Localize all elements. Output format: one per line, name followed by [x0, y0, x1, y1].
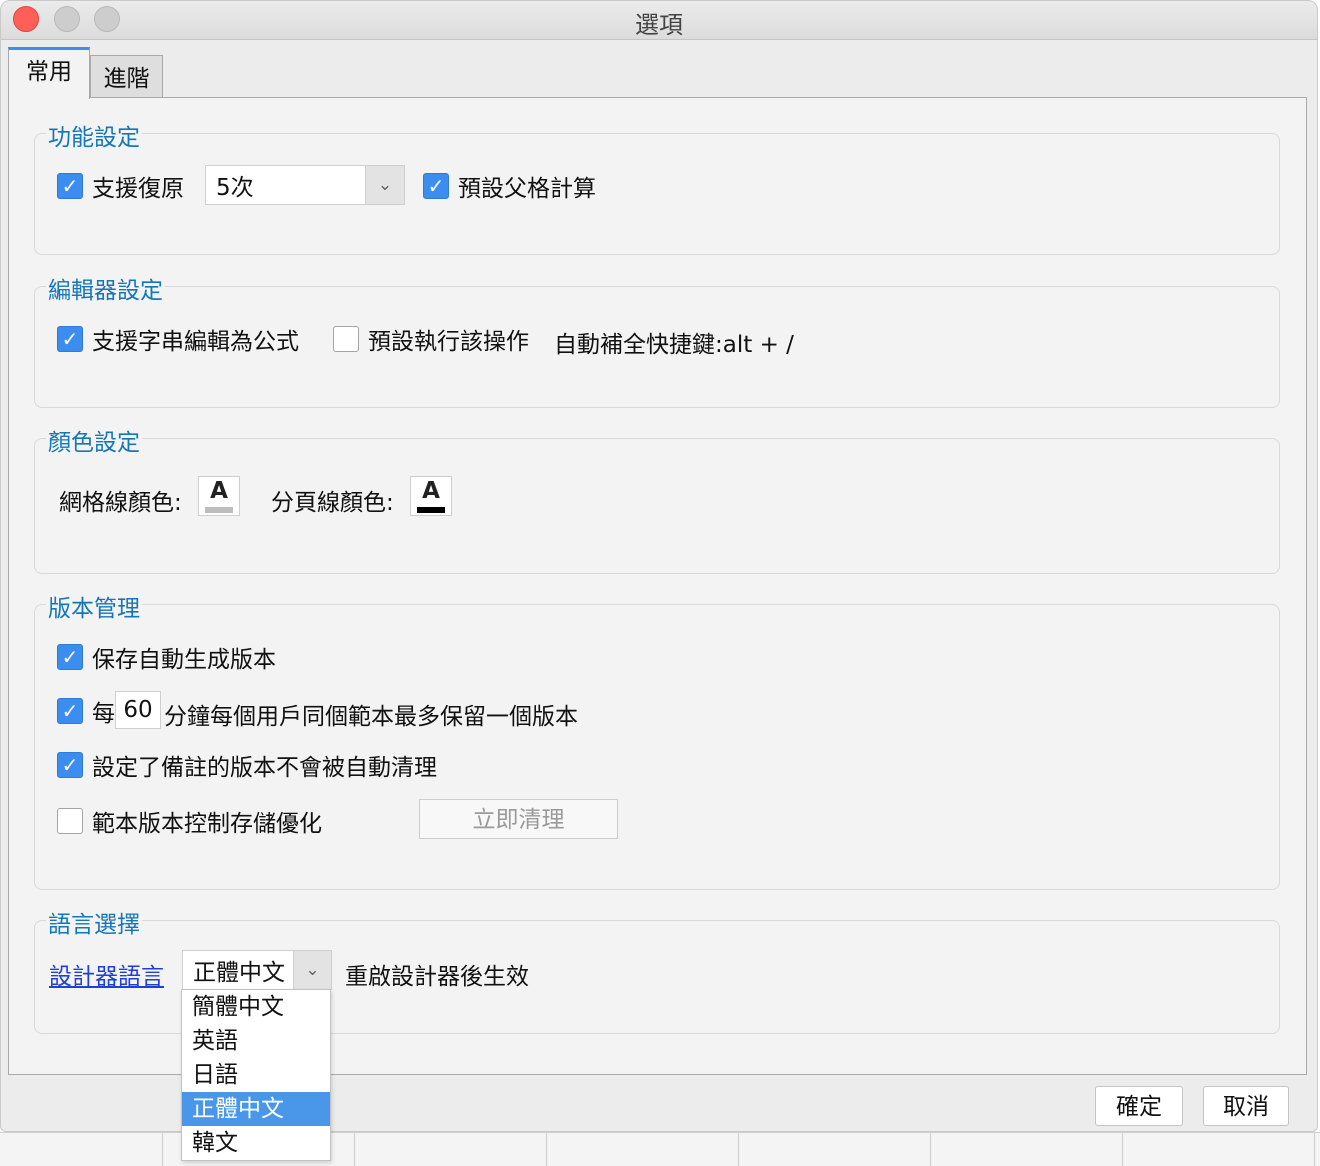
- language-option-traditional-chinese[interactable]: 正體中文: [182, 1092, 330, 1126]
- grid-line: [930, 1132, 931, 1166]
- language-select[interactable]: 正體中文 ⌄: [182, 950, 332, 990]
- undo-count-select[interactable]: 5次 ⌄: [205, 165, 405, 205]
- parent-calc-label: 預設父格計算: [458, 176, 596, 202]
- grid-line: [1314, 1132, 1315, 1166]
- storage-optimize-option[interactable]: 範本版本控制存儲優化: [57, 807, 322, 837]
- chevron-down-icon[interactable]: ⌄: [293, 951, 331, 989]
- interval-suffix: 分鐘每個用戶同個範本最多保留一個版本: [164, 704, 578, 730]
- options-dialog: 選項 常用 進階 功能設定 ✓ 支援復原 5次 ⌄ ✓ 預設父格計算 編輯器設定…: [0, 0, 1318, 1132]
- language-option-simplified-chinese[interactable]: 簡體中文: [182, 990, 330, 1024]
- page-line-color-label: 分頁線顏色:: [271, 490, 394, 516]
- auto-version-option[interactable]: ✓ 保存自動生成版本: [57, 643, 276, 673]
- check-icon: ✓: [61, 327, 79, 351]
- language-select-value: 正體中文: [193, 960, 285, 986]
- tab-advanced[interactable]: 進階: [90, 55, 163, 97]
- check-icon: ✓: [61, 174, 79, 198]
- interval-prefix: 每: [92, 701, 115, 727]
- undo-checkbox[interactable]: ✓: [57, 173, 83, 199]
- keep-commented-option[interactable]: ✓ 設定了備註的版本不會被自動清理: [57, 751, 437, 781]
- parent-calc-checkbox[interactable]: ✓: [423, 173, 449, 199]
- grid-line-color-swatch: [205, 507, 233, 513]
- language-option-english[interactable]: 英語: [182, 1024, 330, 1058]
- title-bar: 選項: [1, 1, 1317, 40]
- language-option-japanese[interactable]: 日語: [182, 1058, 330, 1092]
- editor-settings-legend: 編輯器設定: [46, 271, 165, 305]
- cancel-button[interactable]: 取消: [1203, 1086, 1289, 1126]
- clean-now-button[interactable]: 立即清理: [419, 799, 618, 839]
- keep-commented-label: 設定了備註的版本不會被自動清理: [92, 755, 437, 781]
- language-legend: 語言選擇: [46, 905, 142, 939]
- storage-optimize-label: 範本版本控制存儲優化: [92, 811, 322, 837]
- check-icon: ✓: [61, 753, 79, 777]
- string-formula-checkbox[interactable]: ✓: [57, 326, 83, 352]
- auto-version-label: 保存自動生成版本: [92, 647, 276, 673]
- auto-version-checkbox[interactable]: ✓: [57, 644, 83, 670]
- grid-line: [546, 1132, 547, 1166]
- check-icon: ✓: [427, 174, 445, 198]
- interval-checkbox[interactable]: ✓: [57, 698, 83, 724]
- window-title: 選項: [635, 11, 683, 39]
- language-dropdown-list: 簡體中文 英語 日語 正體中文 韓文: [181, 989, 331, 1161]
- parent-calc-option[interactable]: ✓ 預設父格計算: [423, 172, 596, 202]
- check-icon: ✓: [61, 645, 79, 669]
- grid-line-color-label: 網格線顏色:: [59, 490, 182, 516]
- version-management-legend: 版本管理: [46, 589, 142, 623]
- default-execute-option[interactable]: 預設執行該操作: [333, 325, 529, 355]
- undo-label: 支援復原: [92, 176, 184, 202]
- undo-count-value: 5次: [216, 175, 254, 201]
- interval-option[interactable]: ✓ 每: [57, 697, 115, 727]
- tab-general[interactable]: 常用: [8, 47, 90, 99]
- interval-minutes-input[interactable]: 60: [115, 691, 161, 729]
- grid-line: [1122, 1132, 1123, 1166]
- grid-line: [738, 1132, 739, 1166]
- designer-language-link[interactable]: 設計器語言: [49, 957, 164, 991]
- storage-optimize-checkbox[interactable]: [57, 808, 83, 834]
- page-line-color-button[interactable]: A: [410, 476, 452, 516]
- grid-line: [162, 1132, 163, 1166]
- chevron-down-icon[interactable]: ⌄: [365, 166, 404, 204]
- grid-line: [354, 1132, 355, 1166]
- keep-commented-checkbox[interactable]: ✓: [57, 752, 83, 778]
- ok-button[interactable]: 確定: [1095, 1086, 1183, 1126]
- text-color-icon: A: [422, 478, 440, 504]
- undo-option[interactable]: ✓ 支援復原: [57, 172, 184, 202]
- text-color-icon: A: [210, 478, 228, 504]
- check-icon: ✓: [61, 699, 79, 723]
- string-formula-option[interactable]: ✓ 支援字串編輯為公式: [57, 325, 299, 355]
- color-settings-legend: 顏色設定: [46, 423, 142, 457]
- page-line-color-swatch: [417, 507, 445, 513]
- restart-note: 重啟設計器後生效: [345, 964, 529, 990]
- default-execute-label: 預設執行該操作: [368, 329, 529, 355]
- function-settings-legend: 功能設定: [46, 118, 142, 152]
- string-formula-label: 支援字串編輯為公式: [92, 329, 299, 355]
- language-option-korean[interactable]: 韓文: [182, 1126, 330, 1160]
- grid-line-color-button[interactable]: A: [198, 476, 240, 516]
- autocomplete-shortcut-text: 自動補全快捷鍵:alt + /: [554, 332, 794, 358]
- default-execute-checkbox[interactable]: [333, 326, 359, 352]
